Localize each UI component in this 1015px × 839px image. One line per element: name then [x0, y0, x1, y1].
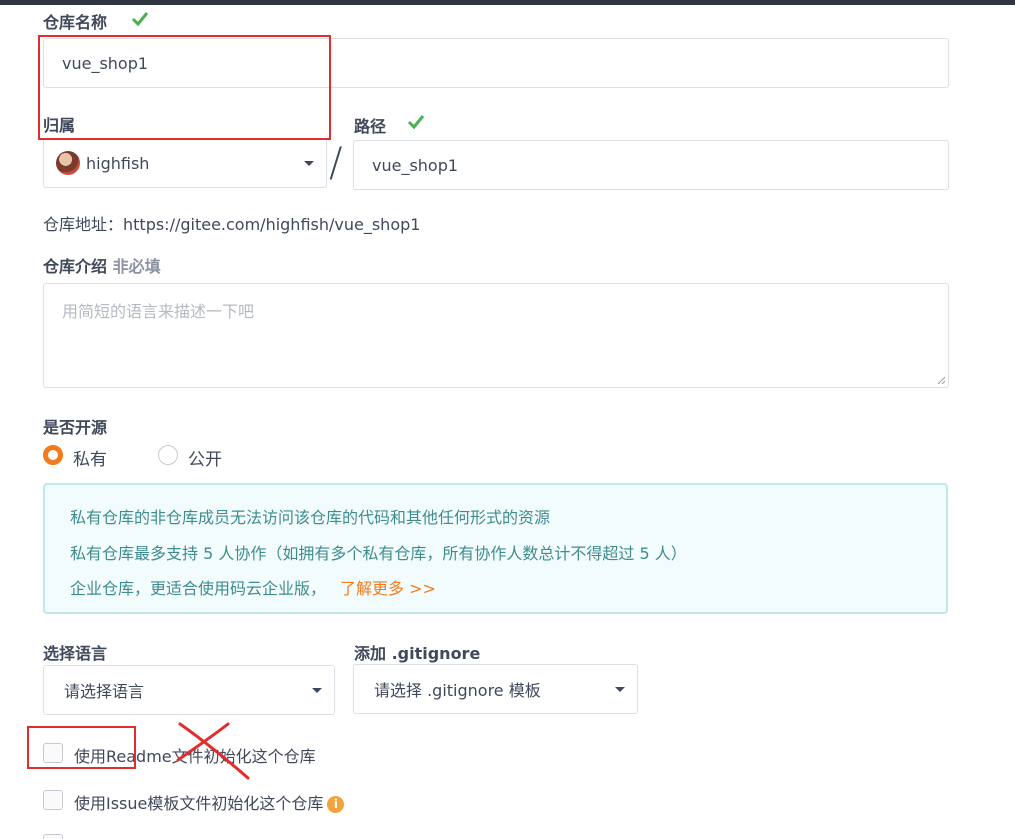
caret-down-icon: [304, 161, 314, 166]
annotation-box-readme: [27, 726, 136, 769]
caret-down-icon: [312, 688, 322, 693]
gitignore-label: 添加 .gitignore: [354, 644, 481, 663]
optional-tag: 非必填: [112, 257, 161, 276]
avatar: [56, 151, 80, 175]
radio-private-label: 私有: [73, 450, 107, 470]
check-icon: [131, 12, 149, 27]
info-line-2: 私有仓库最多支持 5 人协作（如拥有多个私有仓库，所有协作人数总计不得超过 5 …: [70, 544, 687, 563]
next-checkbox-partial[interactable]: [43, 834, 63, 839]
path-value: vue_shop1: [372, 155, 459, 175]
path-input[interactable]: vue_shop1: [353, 140, 949, 190]
gitignore-select[interactable]: 请选择 .gitignore 模板: [353, 664, 638, 714]
language-label: 选择语言: [43, 644, 108, 663]
repo-address: 仓库地址：https://gitee.com/highfish/vue_shop…: [43, 215, 421, 234]
info-line-1: 私有仓库的非仓库成员无法访问该仓库的代码和其他任何形式的资源: [70, 508, 551, 527]
owner-select[interactable]: highfish: [43, 138, 327, 188]
caret-down-icon: [615, 687, 625, 692]
gitignore-value: 请选择 .gitignore 模板: [374, 681, 541, 700]
info-line-3: 企业仓库，更适合使用码云企业版， 了解更多 >>: [70, 575, 436, 599]
path-label: 路径: [354, 117, 387, 136]
language-select[interactable]: 请选择语言: [43, 665, 335, 715]
resize-handle-icon[interactable]: [936, 375, 946, 385]
path-separator: /: [329, 140, 343, 186]
info-icon[interactable]: i: [327, 796, 345, 813]
issue-template-checkbox[interactable]: [43, 790, 63, 810]
description-label: 仓库介绍 非必填: [43, 253, 161, 277]
owner-value: highfish: [86, 153, 150, 173]
private-info-box: 私有仓库的非仓库成员无法访问该仓库的代码和其他任何形式的资源 私有仓库最多支持 …: [43, 483, 948, 614]
radio-public-label: 公开: [188, 450, 222, 470]
annotation-cross-mark: [176, 722, 250, 780]
language-value: 请选择语言: [64, 682, 145, 701]
annotation-box-repo-name: [38, 35, 331, 140]
description-placeholder: 用简短的语言来描述一下吧: [62, 302, 255, 321]
learn-more-link[interactable]: 了解更多 >>: [340, 579, 436, 598]
radio-private[interactable]: [43, 445, 63, 465]
top-bar: [0, 0, 1015, 5]
issue-template-label-text: 使用Issue模板文件初始化这个仓库: [74, 794, 324, 813]
info-line-3-text: 企业仓库，更适合使用码云企业版，: [70, 579, 327, 598]
description-textarea[interactable]: 用简短的语言来描述一下吧: [43, 283, 949, 388]
issue-template-checkbox-label[interactable]: 使用Issue模板文件初始化这个仓库 i: [74, 790, 345, 814]
repo-name-label: 仓库名称: [43, 13, 108, 32]
check-icon: [407, 115, 425, 130]
radio-public[interactable]: [158, 445, 178, 465]
description-label-text: 仓库介绍: [43, 257, 108, 276]
visibility-label: 是否开源: [43, 418, 108, 437]
